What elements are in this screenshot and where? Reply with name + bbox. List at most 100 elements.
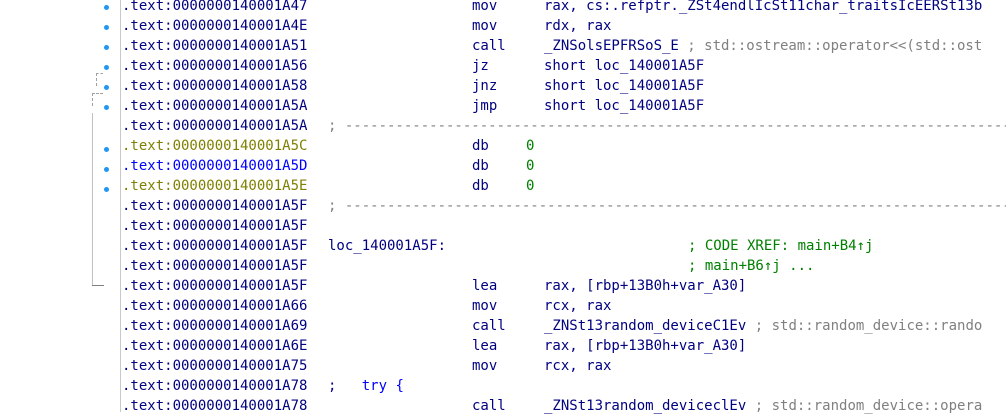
listing-row[interactable]: .text:0000000140001A75 mov rcx, rax — [122, 356, 1006, 376]
breakpoint-dot[interactable] — [104, 25, 109, 30]
operands[interactable]: rax, [rbp+13B0h+var_A30] — [544, 276, 746, 296]
address[interactable]: .text:0000000140001A58 — [122, 76, 328, 96]
separator-line: ; --------------------------------------… — [328, 118, 1006, 134]
listing-row[interactable]: .text:0000000140001A5E db 0 — [122, 176, 1006, 196]
address[interactable]: .text:0000000140001A5E — [122, 176, 328, 196]
operands[interactable]: rcx, rax — [544, 356, 611, 376]
comment: ; std::random_device::rando — [746, 318, 983, 334]
data-value[interactable]: 0 — [526, 136, 534, 156]
listing-row[interactable]: .text:0000000140001A51 call _ZNSolsEPFRSoS… — [122, 36, 1006, 56]
mnemonic[interactable]: db — [472, 156, 489, 176]
operands-with-comment: _ZNSt13random_deviceclEv ; std::random_d… — [544, 396, 982, 416]
mnemonic[interactable]: call — [472, 316, 506, 336]
mnemonic[interactable]: mov — [472, 16, 497, 36]
address[interactable]: .text:0000000140001A5F — [122, 256, 328, 276]
breakpoint-dot[interactable] — [104, 167, 109, 172]
address[interactable]: .text:0000000140001A51 — [122, 36, 328, 56]
jump-arrow — [96, 73, 103, 86]
breakpoint-dot[interactable] — [104, 187, 109, 192]
address[interactable]: .text:0000000140001A5F — [122, 196, 328, 216]
mnemonic[interactable]: jz — [472, 56, 489, 76]
operands[interactable]: _ZNSolsEPFRSoS_E — [544, 38, 679, 54]
data-value[interactable]: 0 — [526, 176, 534, 196]
try-keyword: try { — [361, 378, 404, 394]
listing-row[interactable]: .text:0000000140001A5F loc_140001A5F: ; CO… — [122, 236, 1006, 256]
mnemonic[interactable]: jnz — [472, 76, 497, 96]
disassembly-listing[interactable]: .text:0000000140001A47 mov rax, cs:.refptr… — [122, 0, 1006, 416]
listing-row[interactable]: .text:0000000140001A78 call _ZNSt13random_… — [122, 396, 1006, 416]
listing-row[interactable]: .text:0000000140001A5A jmp short loc_14000… — [122, 96, 1006, 116]
mnemonic[interactable]: db — [472, 136, 489, 156]
address[interactable]: .text:0000000140001A69 — [122, 316, 328, 336]
listing-row[interactable]: .text:0000000140001A4E mov rdx, rax — [122, 16, 1006, 36]
listing-row[interactable]: .text:0000000140001A5F — [122, 216, 1006, 236]
address[interactable]: .text:0000000140001A66 — [122, 296, 328, 316]
jump-arrow-line — [92, 113, 94, 286]
listing-row[interactable]: .text:0000000140001A47 mov rax, cs:.refptr… — [122, 0, 1006, 16]
address[interactable]: .text:0000000140001A5D — [122, 156, 328, 176]
listing-row[interactable]: .text:0000000140001A5F ; main+B6↑j ... — [122, 256, 1006, 276]
try-semicolon: ; — [328, 378, 337, 394]
address[interactable]: .text:0000000140001A4E — [122, 16, 328, 36]
xref-comment[interactable]: ; main+B6↑j ... — [688, 256, 814, 276]
operands[interactable]: short loc_140001A5F — [544, 76, 704, 96]
address[interactable]: .text:0000000140001A6E — [122, 336, 328, 356]
address[interactable]: .text:0000000140001A5F — [122, 236, 328, 256]
listing-row[interactable]: .text:0000000140001A5F lea rax, [rbp+13B0h… — [122, 276, 1006, 296]
address[interactable]: .text:0000000140001A75 — [122, 356, 328, 376]
operands[interactable]: short loc_140001A5F — [544, 96, 704, 116]
breakpoint-dot[interactable] — [104, 45, 109, 50]
breakpoint-dot[interactable] — [104, 85, 109, 90]
listing-row[interactable]: .text:0000000140001A58 jnz short loc_14000… — [122, 76, 1006, 96]
try-block: ; try { — [328, 376, 404, 396]
comment: ; std::ostream::operator<<(std::ost — [678, 38, 983, 54]
address[interactable]: .text:0000000140001A78 — [122, 376, 328, 396]
listing-row[interactable]: .text:0000000140001A5D db 0 — [122, 156, 1006, 176]
listing-row[interactable]: .text:0000000140001A66 mov rcx, rax — [122, 296, 1006, 316]
address[interactable]: .text:0000000140001A5C — [122, 136, 328, 156]
mnemonic[interactable]: jmp — [472, 96, 497, 116]
address[interactable]: .text:0000000140001A5A — [122, 96, 328, 116]
mnemonic[interactable]: lea — [472, 336, 497, 356]
operands[interactable]: _ZNSt13random_deviceC1Ev — [544, 318, 746, 334]
breakpoint-dot[interactable] — [104, 5, 109, 10]
operands[interactable]: rax, [rbp+13B0h+var_A30] — [544, 336, 746, 356]
separator-line: ; --------------------------------------… — [328, 198, 1006, 214]
operands-with-comment: _ZNSt13random_deviceC1Ev ; std::random_d… — [544, 316, 982, 336]
listing-row[interactable]: .text:0000000140001A78; try { — [122, 376, 1006, 396]
mnemonic[interactable]: lea — [472, 276, 497, 296]
listing-row[interactable]: .text:0000000140001A5F; ----------------… — [122, 196, 1006, 216]
listing-row[interactable]: .text:0000000140001A5C db 0 — [122, 136, 1006, 156]
listing-row[interactable]: .text:0000000140001A69 call _ZNSt13random_… — [122, 316, 1006, 336]
breakpoint-dot[interactable] — [104, 147, 109, 152]
code-label[interactable]: loc_140001A5F: — [328, 236, 446, 256]
address[interactable]: .text:0000000140001A5F — [122, 276, 328, 296]
jump-arrow — [92, 93, 103, 106]
mnemonic[interactable]: db — [472, 176, 489, 196]
breakpoint-dot[interactable] — [104, 105, 109, 110]
breakpoint-dot[interactable] — [104, 65, 109, 70]
listing-row[interactable]: .text:0000000140001A6E lea rax, [rbp+13B0h… — [122, 336, 1006, 356]
address[interactable]: .text:0000000140001A78 — [122, 396, 328, 416]
gutter — [0, 0, 121, 412]
jump-arrow-head — [92, 285, 104, 287]
xref-comment[interactable]: ; CODE XREF: main+B4↑j — [688, 236, 873, 256]
operands[interactable]: short loc_140001A5F — [544, 56, 704, 76]
address[interactable]: .text:0000000140001A5F — [122, 216, 328, 236]
mnemonic[interactable]: mov — [472, 356, 497, 376]
operands[interactable]: rax, cs:.refptr._ZSt4endlIcSt11char_trai… — [544, 0, 982, 16]
mnemonic[interactable]: mov — [472, 0, 497, 16]
listing-row[interactable]: .text:0000000140001A5A; ----------------… — [122, 116, 1006, 136]
mnemonic[interactable]: mov — [472, 296, 497, 316]
operands[interactable]: rcx, rax — [544, 296, 611, 316]
data-value[interactable]: 0 — [526, 156, 534, 176]
operands-with-comment: _ZNSolsEPFRSoS_E ; std::ostream::operato… — [544, 36, 982, 56]
operands[interactable]: rdx, rax — [544, 16, 611, 36]
mnemonic[interactable]: call — [472, 36, 506, 56]
address[interactable]: .text:0000000140001A5A — [122, 116, 328, 136]
listing-row[interactable]: .text:0000000140001A56 jz short loc_140001… — [122, 56, 1006, 76]
address[interactable]: .text:0000000140001A47 — [122, 0, 328, 16]
gutter-divider — [120, 0, 121, 412]
address[interactable]: .text:0000000140001A56 — [122, 56, 328, 76]
mnemonic[interactable]: call — [472, 396, 506, 416]
